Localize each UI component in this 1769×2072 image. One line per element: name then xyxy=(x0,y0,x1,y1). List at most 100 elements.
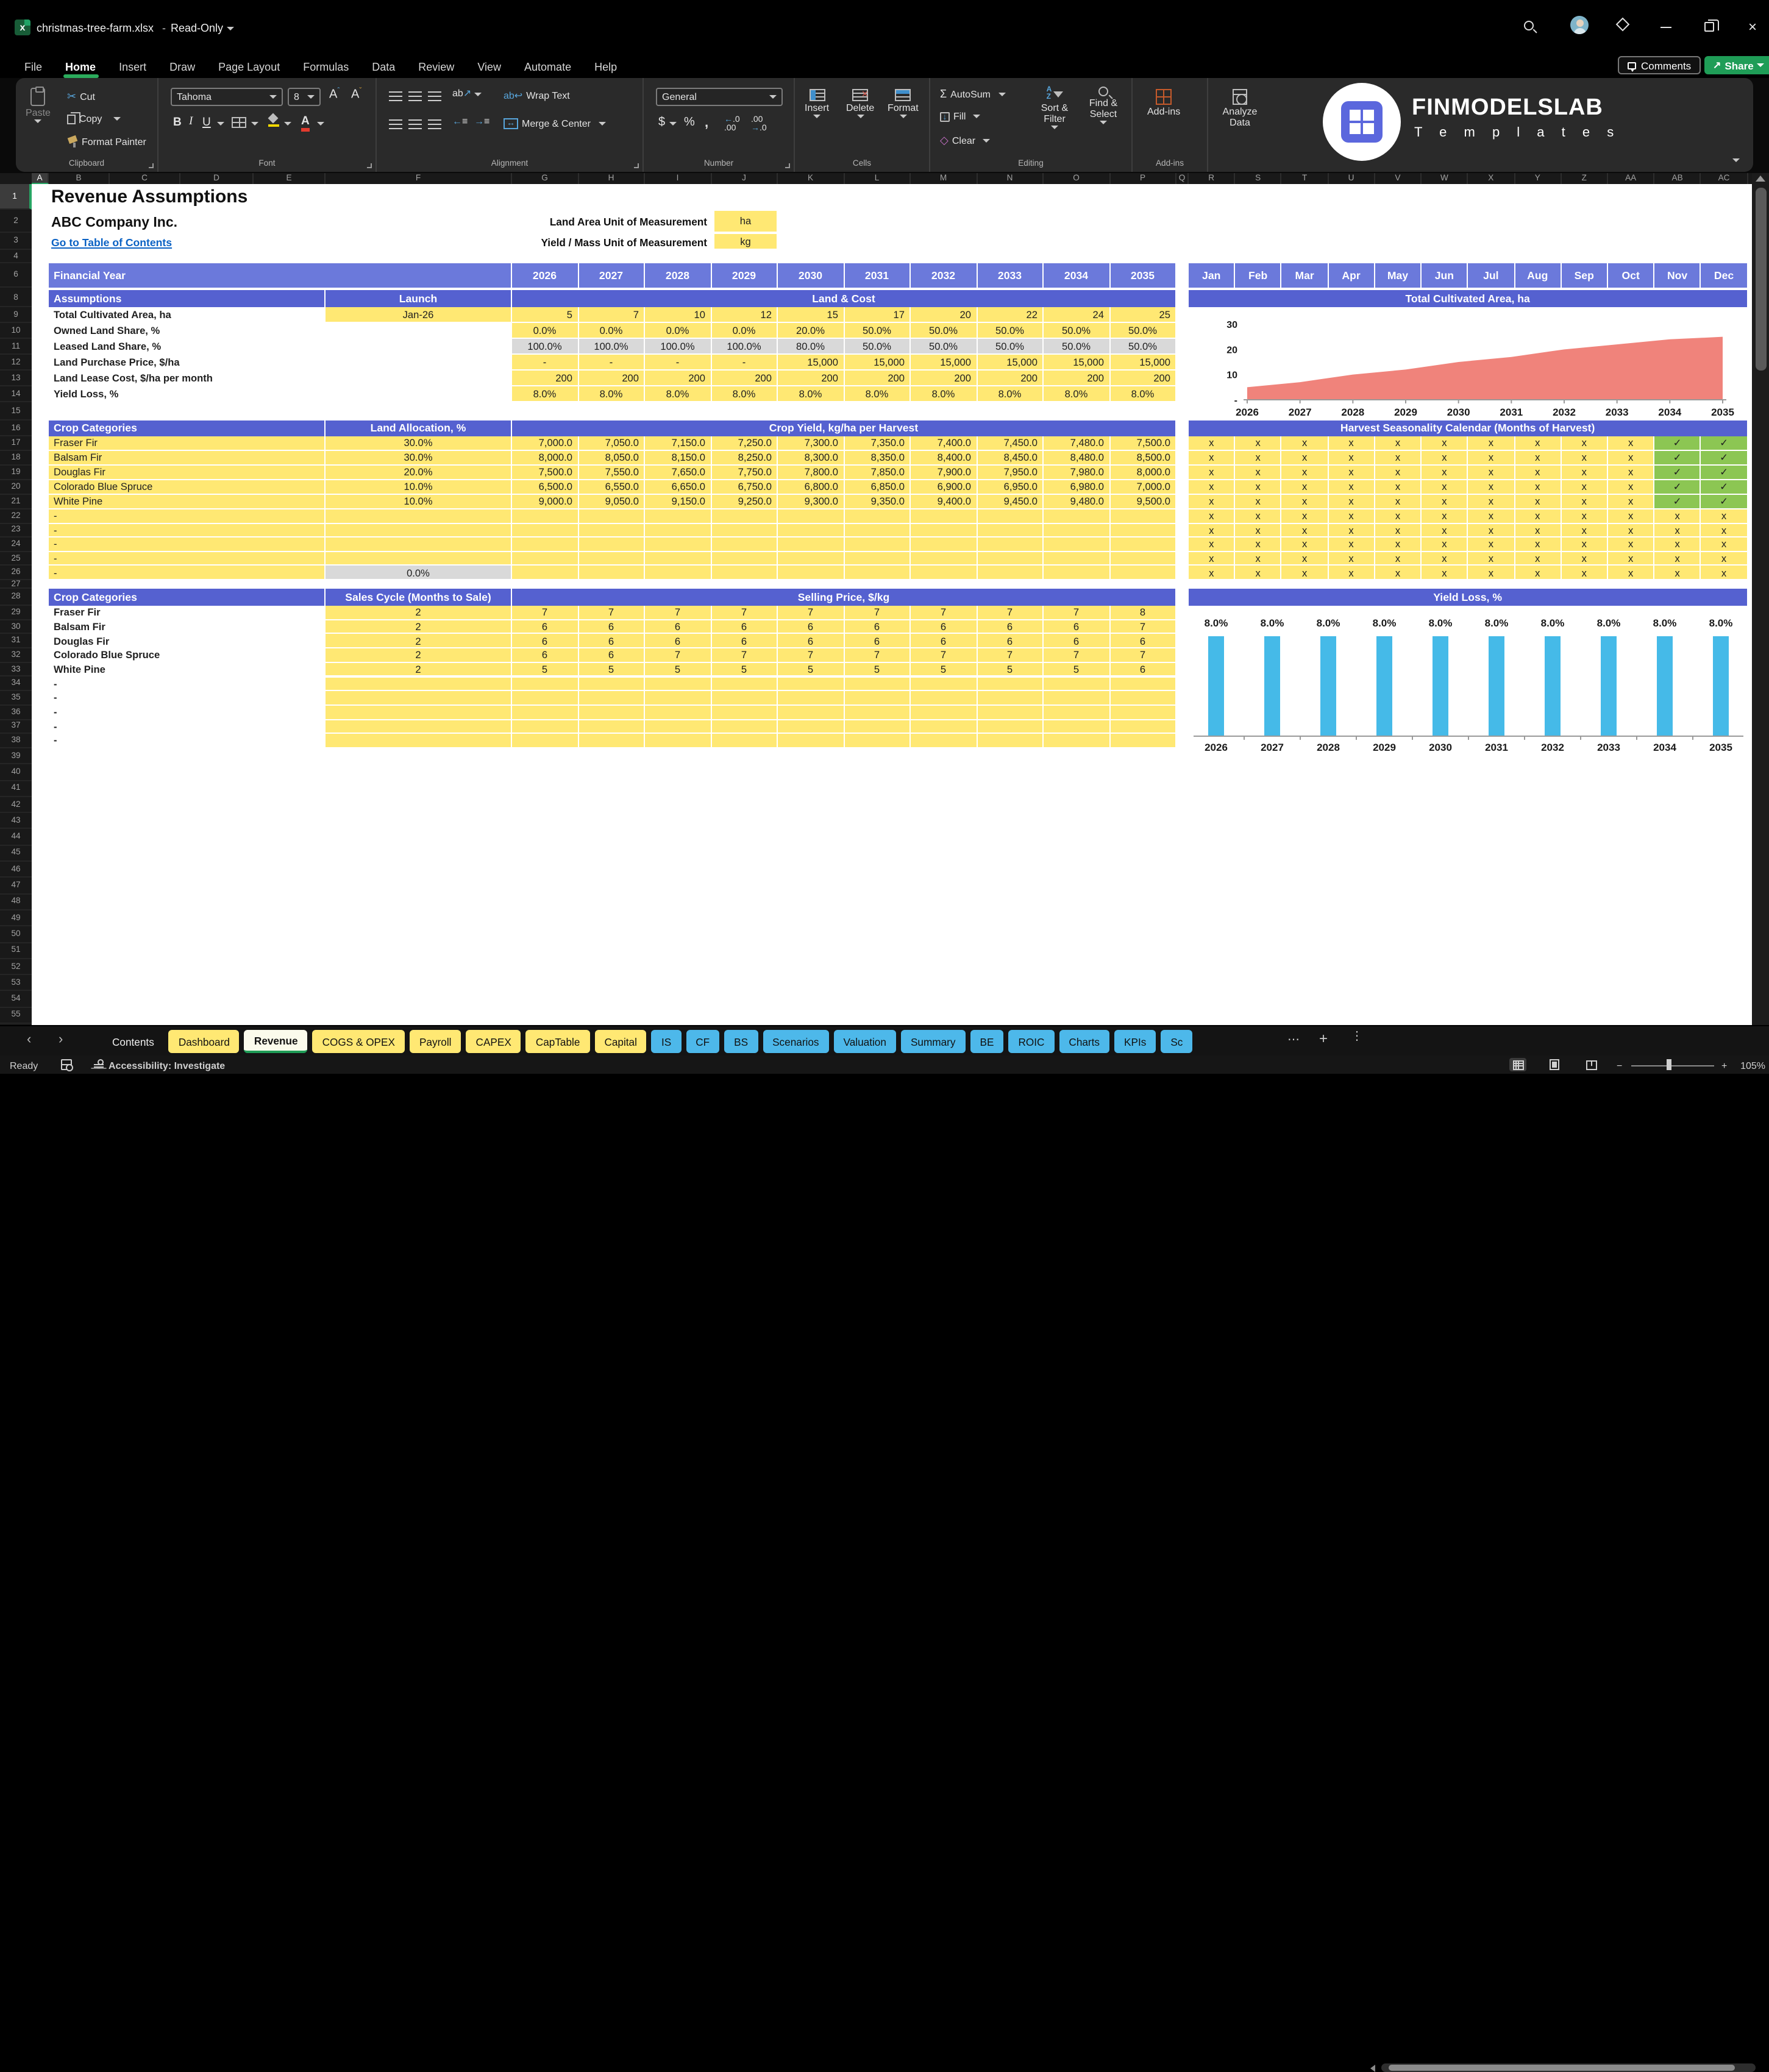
row-header-13[interactable]: 13 xyxy=(0,371,32,386)
format-cells-button[interactable]: Format xyxy=(888,89,919,118)
row-header-41[interactable]: 41 xyxy=(0,781,32,797)
row-header-46[interactable]: 46 xyxy=(0,862,32,878)
sheet-tab-sc[interactable]: Sc xyxy=(1161,1030,1193,1053)
file-mode-badge[interactable]: Read-Only xyxy=(171,22,223,34)
restore-icon[interactable] xyxy=(1704,19,1719,32)
font-color-chevron-icon[interactable] xyxy=(317,122,324,126)
column-header-W[interactable]: W xyxy=(1422,173,1468,184)
avatar[interactable] xyxy=(1570,16,1589,34)
decrease-decimal-icon[interactable]: .00 →.0 xyxy=(751,116,767,133)
row-header-8[interactable]: 8 xyxy=(0,290,32,307)
column-header-C[interactable]: C xyxy=(110,173,180,184)
sheet-tab-dashboard[interactable]: Dashboard xyxy=(168,1030,240,1053)
sheet-tab-cf[interactable]: CF xyxy=(686,1030,720,1053)
page-layout-view-icon[interactable] xyxy=(1546,1058,1563,1071)
menu-tab-help[interactable]: Help xyxy=(594,60,617,73)
row-header-39[interactable]: 39 xyxy=(0,748,32,765)
row-header-17[interactable]: 17 xyxy=(0,436,32,451)
row-header-55[interactable]: 55 xyxy=(0,1008,32,1024)
font-color-icon[interactable]: A xyxy=(301,115,310,131)
row-header-43[interactable]: 43 xyxy=(0,813,32,829)
zoom-level[interactable]: 105% xyxy=(1736,1060,1765,1071)
row-header-29[interactable]: 29 xyxy=(0,606,32,620)
row-header-52[interactable]: 52 xyxy=(0,959,32,976)
column-header-AB[interactable]: AB xyxy=(1654,173,1701,184)
row-header-45[interactable]: 45 xyxy=(0,846,32,862)
row-header-44[interactable]: 44 xyxy=(0,829,32,846)
font-dialog-launcher-icon[interactable] xyxy=(367,163,372,168)
sheet-nav-right-icon[interactable]: › xyxy=(59,1032,63,1047)
column-header-R[interactable]: R xyxy=(1189,173,1236,184)
horizontal-scroll-thumb[interactable] xyxy=(1389,2065,1735,2071)
sheet-tab-summary[interactable]: Summary xyxy=(900,1030,966,1053)
menu-tab-data[interactable]: Data xyxy=(372,60,395,73)
premium-diamond-icon[interactable] xyxy=(1615,17,1630,32)
row-header-32[interactable]: 32 xyxy=(0,648,32,663)
menu-tab-automate[interactable]: Automate xyxy=(524,60,571,73)
column-header-AC[interactable]: AC xyxy=(1701,173,1748,184)
column-header-I[interactable]: I xyxy=(645,173,711,184)
align-bottom-icon[interactable] xyxy=(428,91,441,101)
sheet-tab-bs[interactable]: BS xyxy=(724,1030,758,1053)
column-header-K[interactable]: K xyxy=(778,173,844,184)
font-name-select[interactable]: Tahoma xyxy=(171,88,283,106)
row-header-49[interactable]: 49 xyxy=(0,910,32,927)
row-header-36[interactable]: 36 xyxy=(0,706,32,720)
column-header-L[interactable]: L xyxy=(844,173,911,184)
row-header-2[interactable]: 2 xyxy=(0,210,32,233)
sheet-tab-valuation[interactable]: Valuation xyxy=(833,1030,896,1053)
increase-indent-icon[interactable]: →≡ xyxy=(474,116,489,127)
sheet-canvas[interactable] xyxy=(32,184,1752,1025)
row-header-18[interactable]: 18 xyxy=(0,451,32,466)
sheet-tab-captable[interactable]: CapTable xyxy=(525,1030,590,1053)
orientation-chevron-icon[interactable] xyxy=(474,93,482,96)
row-header-34[interactable]: 34 xyxy=(0,677,32,692)
fill-button[interactable]: ↓ Fill xyxy=(940,111,981,122)
add-sheet-icon[interactable]: + xyxy=(1319,1030,1328,1047)
cut-button[interactable]: ✂ Cut xyxy=(67,90,95,104)
sheet-tab-charts[interactable]: Charts xyxy=(1059,1030,1110,1053)
row-header-54[interactable]: 54 xyxy=(0,992,32,1008)
increase-font-icon[interactable]: Aˆ xyxy=(329,88,340,102)
percent-icon[interactable]: % xyxy=(684,116,695,129)
row-header-10[interactable]: 10 xyxy=(0,323,32,339)
column-header-S[interactable]: S xyxy=(1235,173,1282,184)
normal-view-icon[interactable] xyxy=(1509,1058,1526,1071)
row-header-28[interactable]: 28 xyxy=(0,589,32,606)
clipboard-dialog-launcher-icon[interactable] xyxy=(149,163,154,168)
sheet-nav-left-icon[interactable]: ‹ xyxy=(27,1032,31,1047)
row-header-42[interactable]: 42 xyxy=(0,797,32,814)
merge-center-button[interactable]: ↔ Merge & Center xyxy=(504,118,607,129)
insert-cells-button[interactable]: Insert xyxy=(805,89,829,118)
accessibility-status[interactable]: Accessibility: Investigate xyxy=(109,1060,225,1071)
decrease-indent-icon[interactable]: ←≡ xyxy=(452,116,468,127)
fill-color-icon[interactable] xyxy=(268,115,279,127)
column-header-U[interactable]: U xyxy=(1328,173,1375,184)
sheet-tab-contents[interactable]: Contents xyxy=(102,1030,164,1053)
column-header-X[interactable]: X xyxy=(1468,173,1515,184)
vertical-scrollbar[interactable] xyxy=(1752,173,1769,1025)
analyze-data-button[interactable]: Analyze Data xyxy=(1218,89,1262,129)
sheet-tab-capex[interactable]: CAPEX xyxy=(466,1030,521,1053)
row-header-38[interactable]: 38 xyxy=(0,734,32,748)
align-middle-icon[interactable] xyxy=(408,91,422,101)
column-header-O[interactable]: O xyxy=(1044,173,1110,184)
sheet-tab-revenue[interactable]: Revenue xyxy=(244,1030,308,1053)
column-header-E[interactable]: E xyxy=(254,173,326,184)
zoom-in-icon[interactable]: + xyxy=(1721,1060,1727,1071)
currency-chevron-icon[interactable] xyxy=(669,122,677,126)
column-header-Y[interactable]: Y xyxy=(1515,173,1562,184)
autosum-button[interactable]: Σ AutoSum xyxy=(940,88,1006,100)
close-icon[interactable]: × xyxy=(1748,18,1757,35)
align-center-icon[interactable] xyxy=(408,119,422,129)
search-icon[interactable] xyxy=(1524,21,1534,30)
zoom-out-icon[interactable]: − xyxy=(1617,1060,1622,1071)
comma-icon[interactable]: , xyxy=(705,116,708,130)
italic-icon[interactable]: I xyxy=(189,116,193,128)
alignment-dialog-launcher-icon[interactable] xyxy=(634,163,639,168)
column-header-A[interactable]: A xyxy=(32,173,49,184)
menu-tab-formulas[interactable]: Formulas xyxy=(303,60,349,73)
align-top-icon[interactable] xyxy=(389,91,402,101)
column-header-T[interactable]: T xyxy=(1282,173,1329,184)
sheet-tab-is[interactable]: IS xyxy=(651,1030,682,1053)
